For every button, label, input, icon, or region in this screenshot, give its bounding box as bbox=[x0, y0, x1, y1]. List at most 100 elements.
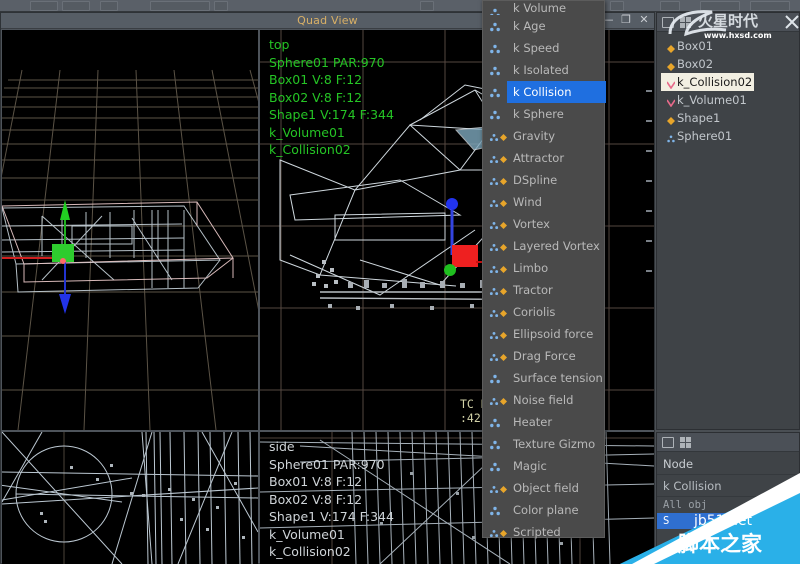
node-row-label: k Collision bbox=[663, 479, 721, 493]
force-field-icon bbox=[489, 285, 501, 295]
toolbar-button[interactable] bbox=[750, 1, 790, 11]
menu-item-surface-tension[interactable]: Surface tension bbox=[483, 367, 604, 389]
scene-tree-toolbar bbox=[657, 13, 799, 32]
toolbar-button[interactable] bbox=[62, 1, 90, 11]
menu-item-drag-force[interactable]: Drag Force bbox=[483, 345, 604, 367]
tree-node-label: k_Collision02 bbox=[677, 75, 752, 89]
geometry-icon bbox=[667, 42, 675, 50]
geometry-icon bbox=[667, 60, 675, 68]
menu-item-vortex[interactable]: Vortex bbox=[483, 213, 604, 235]
menu-item-label: Surface tension bbox=[513, 371, 603, 385]
menu-item-texture-gizmo[interactable]: Texture Gizmo bbox=[483, 433, 604, 455]
node-row-all-obj[interactable]: All obj bbox=[657, 497, 799, 513]
menu-item-k-speed[interactable]: k Speed bbox=[483, 37, 604, 59]
force-field-icon bbox=[489, 329, 501, 339]
tree-node-sphere01[interactable]: Sphere01 bbox=[661, 127, 799, 145]
viewport-perspective[interactable] bbox=[2, 30, 258, 430]
menu-item-gravity[interactable]: Gravity bbox=[483, 125, 604, 147]
particle-dots-icon bbox=[489, 109, 501, 119]
menu-item-tractor[interactable]: Tractor bbox=[483, 279, 604, 301]
force-field-icon bbox=[489, 527, 501, 537]
panel-icon[interactable] bbox=[662, 437, 674, 448]
panel-icon[interactable] bbox=[662, 17, 674, 28]
menu-item-layered-vortex[interactable]: Layered Vortex bbox=[483, 235, 604, 257]
particle-dots-icon bbox=[489, 87, 501, 97]
create-node-menu[interactable]: k Volumek Agek Speedk Isolated k Collisio… bbox=[482, 0, 605, 538]
menu-item-object-field[interactable]: Object field bbox=[483, 477, 604, 499]
front-wire bbox=[2, 432, 258, 564]
menu-item-ellipsoid-force[interactable]: Ellipsoid force bbox=[483, 323, 604, 345]
force-field-icon bbox=[489, 197, 501, 207]
perspective-grid bbox=[2, 30, 258, 430]
tree-node-box02[interactable]: Box02 bbox=[661, 55, 799, 73]
menu-item-label: Gravity bbox=[513, 129, 555, 143]
menu-item-k-age[interactable]: k Age bbox=[483, 15, 604, 37]
timecode-tail: :42 bbox=[460, 411, 481, 425]
node-row-node[interactable]: Node bbox=[657, 453, 799, 475]
toolbar-button[interactable] bbox=[420, 1, 434, 11]
menu-item-color-plane[interactable]: Color plane bbox=[483, 499, 604, 521]
menu-item-heater[interactable]: Heater bbox=[483, 411, 604, 433]
node-row-label: S bbox=[663, 515, 669, 527]
menu-item-magic[interactable]: Magic bbox=[483, 455, 604, 477]
particle-dots-icon bbox=[489, 65, 501, 75]
menu-item-scripted[interactable]: Scripted bbox=[483, 521, 604, 543]
grid-panel-icon[interactable] bbox=[680, 437, 692, 448]
tree-node-box01[interactable]: Box01 bbox=[661, 37, 799, 55]
toolbar-button[interactable] bbox=[100, 1, 118, 11]
menu-item-label: Heater bbox=[513, 415, 552, 429]
toolbar-button[interactable] bbox=[214, 1, 228, 11]
menu-item-k-sphere[interactable]: k Sphere bbox=[483, 103, 604, 125]
menu-item-wind[interactable]: Wind bbox=[483, 191, 604, 213]
force-field-icon bbox=[489, 153, 501, 163]
menu-item-label: Limbo bbox=[513, 261, 548, 275]
close-icon[interactable]: ✕ bbox=[638, 14, 650, 26]
menu-item-label: Drag Force bbox=[513, 349, 576, 363]
menu-item-k-collision[interactable]: k Collision bbox=[507, 81, 606, 103]
menu-item-label: Coriolis bbox=[513, 305, 555, 319]
scene-tree-panel: Box01Box02 k_Collision02 k_Volume01 Shape1 S… bbox=[656, 12, 800, 430]
force-field-icon bbox=[489, 395, 501, 405]
menu-item-label: DSpline bbox=[513, 173, 557, 187]
menu-item-k-volume[interactable]: k Volume bbox=[483, 1, 604, 15]
tree-node-k_collision02[interactable]: k_Collision02 bbox=[661, 73, 754, 91]
force-field-icon bbox=[489, 483, 501, 493]
menu-item-k-isolated[interactable]: k Isolated bbox=[483, 59, 604, 81]
menu-item-label: Noise field bbox=[513, 393, 573, 407]
node-panel-toolbar bbox=[657, 433, 799, 452]
scene-tree[interactable]: Box01Box02 k_Collision02 k_Volume01 Shape1 S… bbox=[657, 33, 799, 145]
toolbar-button[interactable] bbox=[30, 1, 58, 11]
viewport-front[interactable] bbox=[2, 432, 258, 564]
menu-item-dspline[interactable]: DSpline bbox=[483, 169, 604, 191]
node-row-label: All obj bbox=[663, 499, 707, 511]
tree-node-k_volume01[interactable]: k_Volume01 bbox=[661, 91, 799, 109]
force-field-icon bbox=[489, 175, 501, 185]
node-row-s[interactable]: S bbox=[657, 513, 799, 529]
node-row-k-collision[interactable]: k Collision bbox=[657, 475, 799, 497]
grid-panel-icon[interactable] bbox=[680, 17, 692, 28]
menu-item-label: Wind bbox=[513, 195, 542, 209]
daemon-icon bbox=[667, 78, 675, 86]
menu-item-label: Ellipsoid force bbox=[513, 327, 593, 341]
force-field-icon bbox=[489, 131, 501, 141]
particle-dots-icon bbox=[489, 7, 501, 15]
menu-item-noise-field[interactable]: Noise field bbox=[483, 389, 604, 411]
menu-item-attractor[interactable]: Attractor bbox=[483, 147, 604, 169]
node-list[interactable]: Node k Collision All obj S bbox=[657, 453, 799, 529]
toolbar-button[interactable] bbox=[660, 1, 680, 11]
tree-node-label: Shape1 bbox=[677, 111, 720, 125]
toolbar-button[interactable] bbox=[610, 1, 624, 11]
toolbar-button[interactable] bbox=[150, 1, 210, 11]
restore-icon[interactable]: ❐ bbox=[620, 14, 632, 26]
menu-item-label: Magic bbox=[513, 459, 547, 473]
menu-item-coriolis[interactable]: Coriolis bbox=[483, 301, 604, 323]
tree-node-shape1[interactable]: Shape1 bbox=[661, 109, 799, 127]
menu-item-label: k Collision bbox=[513, 85, 571, 99]
menu-item-label: Object field bbox=[513, 481, 579, 495]
menu-item-label: Tractor bbox=[513, 283, 553, 297]
menu-item-limbo[interactable]: Limbo bbox=[483, 257, 604, 279]
toolbar-button[interactable] bbox=[700, 1, 740, 11]
menu-item-label: Texture Gizmo bbox=[513, 437, 595, 451]
particle-dots-icon bbox=[489, 417, 501, 427]
particle-dots-icon bbox=[489, 21, 501, 31]
